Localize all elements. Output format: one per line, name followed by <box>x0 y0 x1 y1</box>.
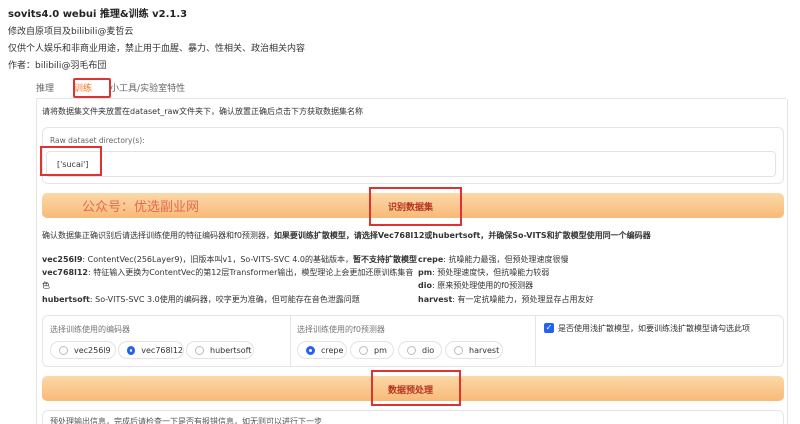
raw-dataset-field[interactable] <box>46 151 776 177</box>
radio-dot <box>407 345 416 355</box>
encoder-desc-vec256l9: vec256l9: ContentVec(256Layer9)，旧版本叫v1，S… <box>42 255 417 264</box>
selection-divider <box>290 316 291 366</box>
encoder-desc-vec768l12-cont: 色 <box>42 281 50 290</box>
raw-value-highlight-annotation <box>40 146 102 176</box>
f0-desc-harvest: harvest: 有一定抗噪能力，预处理显存占用友好 <box>418 295 594 304</box>
f0-desc-dio: dio: 原来预处理使用的f0预测器 <box>418 281 534 290</box>
author-line: 作者：bilibili@羽毛布団 <box>8 61 107 71</box>
shallow-diffusion-label: 是否使用浅扩散模型，如要训练浅扩散模型请勾选此项 <box>558 324 750 333</box>
radio-crepe[interactable]: crepe <box>297 341 347 359</box>
radio-vec256l9[interactable]: vec256l9 <box>50 341 116 359</box>
encoder-confirm-text: 确认数据集正确识别后请选择训练使用的特征编码器和f0预测器，如果要训练扩散模型，… <box>42 230 651 241</box>
tab-inference[interactable]: 推理 <box>36 82 54 98</box>
radio-dot-selected <box>306 345 315 355</box>
radio-vec768l12[interactable]: vec768l12 <box>118 341 184 359</box>
encoder-confirm-prefix: 确认数据集正确识别后请选择训练使用的特征编码器和f0预测器， <box>42 231 274 240</box>
dataset-instruction: 请将数据集文件夹放置在dataset_raw文件夹下，确认放置正确后点击下方获取… <box>42 107 363 116</box>
usage-notice: 仅供个人娱乐和非商业用途，禁止用于血腥、暴力、性相关、政治相关内容 <box>8 44 306 54</box>
radio-dio[interactable]: dio <box>398 341 442 359</box>
f0-select-label: 选择训练使用的f0预测器 <box>297 325 385 334</box>
credit-line: 修改自原项目及bilibili@麦哲云 <box>8 27 134 37</box>
radio-hubertsoft[interactable]: hubertsoft <box>186 341 254 359</box>
encoder-select-label: 选择训练使用的编码器 <box>50 325 130 334</box>
selection-divider <box>535 316 536 366</box>
tab-tools[interactable]: 小工具/实验室特性 <box>110 82 185 98</box>
app-title: sovits4.0 webui 推理&训练 v2.1.3 <box>8 9 188 20</box>
raw-dataset-label: Raw dataset directory(s): <box>50 136 145 145</box>
radio-harvest[interactable]: harvest <box>445 341 503 359</box>
shallow-diffusion-checkbox[interactable]: ✓ <box>544 323 554 333</box>
preprocess-output-label: 预处理输出信息，完成后请检查一下是否有报错信息，如无则可以进行下一步 <box>50 417 322 424</box>
preprocess-highlight-annotation <box>371 370 461 406</box>
watermark-text: 公众号：优选副业网 <box>82 200 200 215</box>
radio-dot <box>59 345 68 355</box>
encoder-confirm-bold: 如果要训练扩散模型，请选择Vec768l12或hubertsoft，并确保So-… <box>273 231 651 240</box>
tab-highlight-annotation <box>73 78 111 98</box>
radio-dot <box>454 345 463 355</box>
encoder-desc-hubertsoft: hubertsoft: So-VITS-SVC 3.0使用的编码器，咬字更为准确… <box>42 295 360 304</box>
radio-dot-selected <box>127 345 136 355</box>
f0-desc-pm: pm: 预处理速度快，但抗噪能力较弱 <box>418 268 550 277</box>
radio-dot <box>195 345 204 355</box>
tab-bar: 推理 训练 小工具/实验室特性 <box>36 82 199 98</box>
radio-dot <box>359 345 368 355</box>
encoder-desc-vec768l12: vec768l12: 特征输入更换为ContentVec的第12层Transfo… <box>42 268 414 277</box>
identify-highlight-annotation <box>369 187 462 226</box>
radio-pm[interactable]: pm <box>350 341 394 359</box>
f0-desc-crepe: crepe: 抗噪能力最强，但预处理速度很慢 <box>418 255 569 264</box>
